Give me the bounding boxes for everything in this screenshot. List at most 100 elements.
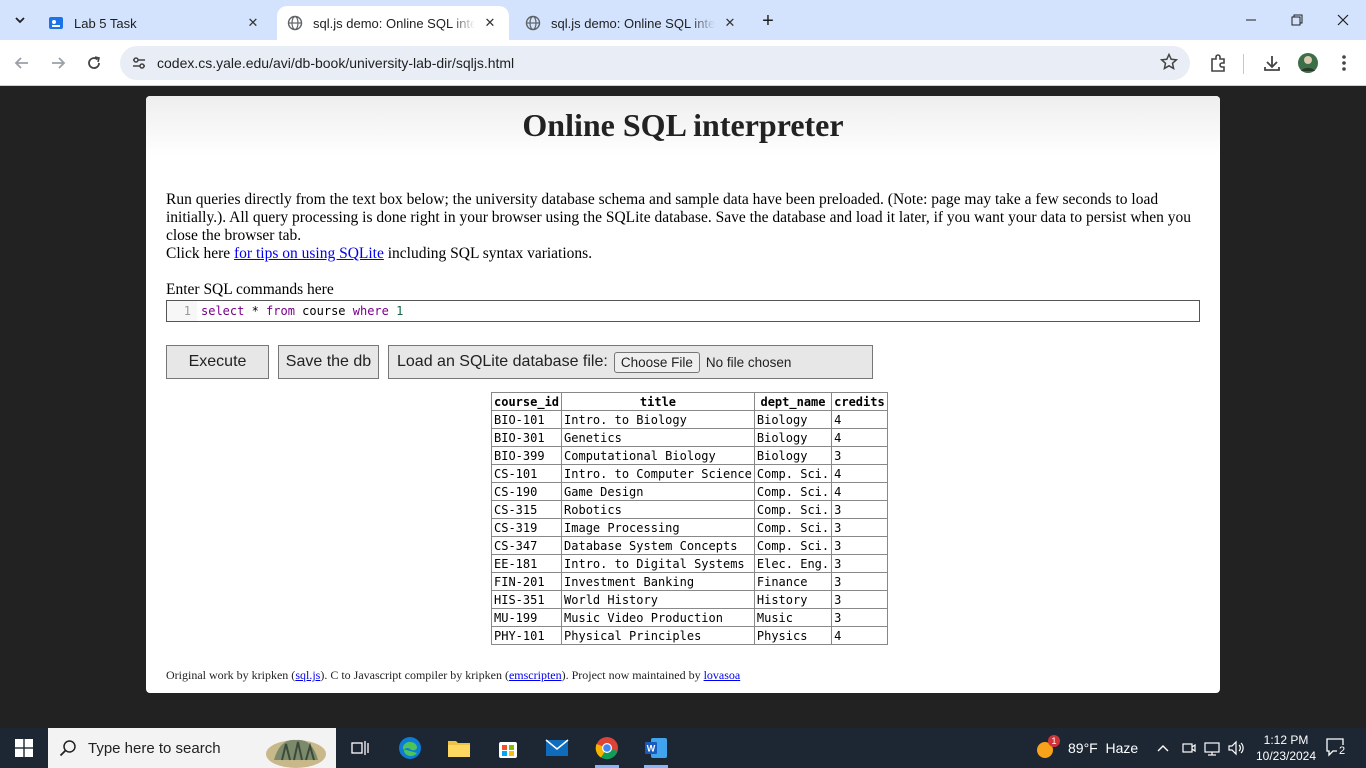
menu-dots-icon[interactable]: [1332, 51, 1356, 75]
tab-sqljs-2[interactable]: sql.js demo: Online SQL interpreter ✕: [515, 6, 749, 40]
table-cell: 4: [831, 482, 888, 501]
profile-avatar[interactable]: [1296, 51, 1320, 75]
table-cell: CS-101: [490, 464, 563, 483]
site-info-icon[interactable]: [124, 55, 154, 71]
close-icon[interactable]: ✕: [721, 14, 739, 32]
bookmark-star-icon[interactable]: [1159, 52, 1179, 76]
table-cell: Physical Principles: [561, 626, 755, 645]
forward-button[interactable]: [44, 49, 72, 77]
clock[interactable]: 1:12 PM 10/23/2024: [1246, 732, 1326, 764]
table-cell: Physics: [753, 626, 833, 645]
show-hidden-icons-button[interactable]: [1156, 728, 1170, 768]
table-row: CS-315 Robotics Comp. Sci. 3: [490, 500, 888, 519]
lovasoa-link[interactable]: lovasoa: [704, 668, 741, 682]
results-table: course_id title dept_name credits BIO-101 In…: [490, 392, 888, 645]
sql-editor[interactable]: 1 select * from course where 1: [166, 300, 1200, 322]
store-app[interactable]: [484, 728, 532, 768]
tips-prefix: Click here: [166, 245, 235, 262]
downloads-icon[interactable]: [1260, 51, 1284, 75]
tab-label: sql.js demo: Online SQL interpreter: [313, 15, 475, 31]
close-icon[interactable]: ✕: [244, 14, 262, 32]
sqljs-link[interactable]: sql.js: [295, 668, 320, 682]
table-cell: Comp. Sci.: [753, 518, 833, 537]
table-cell: EE-181: [490, 554, 563, 573]
tips-link[interactable]: for tips on using SQLite: [234, 245, 384, 262]
word-icon: W: [645, 738, 667, 758]
execute-button[interactable]: Execute: [166, 345, 269, 379]
mail-app[interactable]: [533, 728, 581, 768]
edge-app[interactable]: [386, 728, 434, 768]
reload-button[interactable]: [80, 49, 108, 77]
table-cell: 3: [831, 572, 888, 591]
table-row: PHY-101 Physical Principles Physics 4: [490, 626, 888, 645]
address-bar[interactable]: codex.cs.yale.edu/avi/db-book/university…: [120, 46, 1190, 80]
main-card: Online SQL interpreter Run queries direc…: [146, 96, 1220, 693]
file-status-text: No file chosen: [705, 354, 792, 370]
close-window-button[interactable]: [1320, 0, 1366, 40]
sql-code[interactable]: select * from course where 1: [197, 304, 403, 318]
table-cell: Biology: [753, 410, 833, 429]
table-row: FIN-201 Investment Banking Finance 3: [490, 572, 888, 591]
table-row: BIO-101 Intro. to Biology Biology 4: [490, 410, 888, 429]
column-header: title: [561, 392, 755, 411]
tab-lab5[interactable]: Lab 5 Task ✕: [38, 6, 272, 40]
back-button[interactable]: [8, 49, 36, 77]
code-keyword: from: [266, 304, 295, 318]
table-cell: BIO-301: [490, 428, 563, 447]
toolbar-divider: [1243, 54, 1244, 74]
card-header: Online SQL interpreter: [146, 96, 1220, 156]
table-cell: Robotics: [561, 500, 755, 519]
tab-sqljs-active[interactable]: sql.js demo: Online SQL interpreter ✕: [277, 6, 509, 40]
save-db-button[interactable]: Save the db: [278, 345, 379, 379]
table-cell: Intro. to Biology: [561, 410, 755, 429]
task-view-icon: [351, 741, 369, 755]
table-cell: 4: [831, 626, 888, 645]
tab-search-button[interactable]: [6, 8, 34, 32]
globe-icon: [287, 15, 303, 31]
extensions-icon[interactable]: [1206, 51, 1230, 75]
table-cell: 3: [831, 590, 888, 609]
weather-widget[interactable]: 1 89°F Haze: [1034, 728, 1138, 768]
column-header: credits: [831, 392, 888, 411]
table-cell: FIN-201: [490, 572, 563, 591]
meet-now-icon[interactable]: [1181, 728, 1197, 768]
folder-icon: [448, 741, 470, 757]
footer-text: ). C to Javascript compiler by kripken (: [320, 668, 509, 682]
edge-icon: [399, 737, 421, 759]
network-icon[interactable]: [1203, 728, 1221, 768]
table-cell: Biology: [753, 428, 833, 447]
table-cell: Computational Biology: [561, 446, 755, 465]
close-icon[interactable]: ✕: [481, 14, 499, 32]
table-cell: 4: [831, 464, 888, 483]
table-cell: Intro. to Digital Systems: [561, 554, 755, 573]
word-app[interactable]: W: [632, 728, 680, 768]
code-token: *: [244, 304, 267, 318]
file-explorer-app[interactable]: [435, 728, 483, 768]
arrow-right-icon: [52, 57, 66, 69]
tab-strip: Lab 5 Task ✕ sql.js demo: Online SQL int…: [0, 0, 1366, 40]
table-cell: 4: [831, 410, 888, 429]
new-tab-button[interactable]: +: [756, 9, 780, 33]
table-cell: Comp. Sci.: [753, 536, 833, 555]
choose-file-button[interactable]: Choose File: [613, 351, 700, 373]
table-cell: CS-190: [490, 482, 563, 501]
restore-icon: [1291, 14, 1303, 26]
table-cell: Elec. Eng.: [753, 554, 833, 573]
tips-suffix: including SQL syntax variations.: [383, 245, 593, 262]
clock-time: 1:12 PM: [1263, 733, 1309, 747]
volume-icon[interactable]: [1227, 728, 1245, 768]
notification-count: 2: [1337, 745, 1348, 757]
table-row: EE-181 Intro. to Digital Systems Elec. Eng…: [490, 554, 888, 573]
taskbar-search[interactable]: Type here to search: [48, 728, 336, 768]
minimize-button[interactable]: [1228, 0, 1274, 40]
notifications-button[interactable]: 2: [1322, 736, 1352, 760]
task-view-button[interactable]: [336, 728, 384, 768]
restore-button[interactable]: [1274, 0, 1320, 40]
table-cell: CS-315: [490, 500, 563, 519]
chrome-app[interactable]: [583, 728, 631, 768]
emscripten-link[interactable]: emscripten: [509, 668, 562, 682]
start-button[interactable]: [0, 728, 48, 768]
minimize-icon: [1246, 19, 1256, 21]
table-cell: Biology: [753, 446, 833, 465]
store-icon: [499, 742, 517, 758]
